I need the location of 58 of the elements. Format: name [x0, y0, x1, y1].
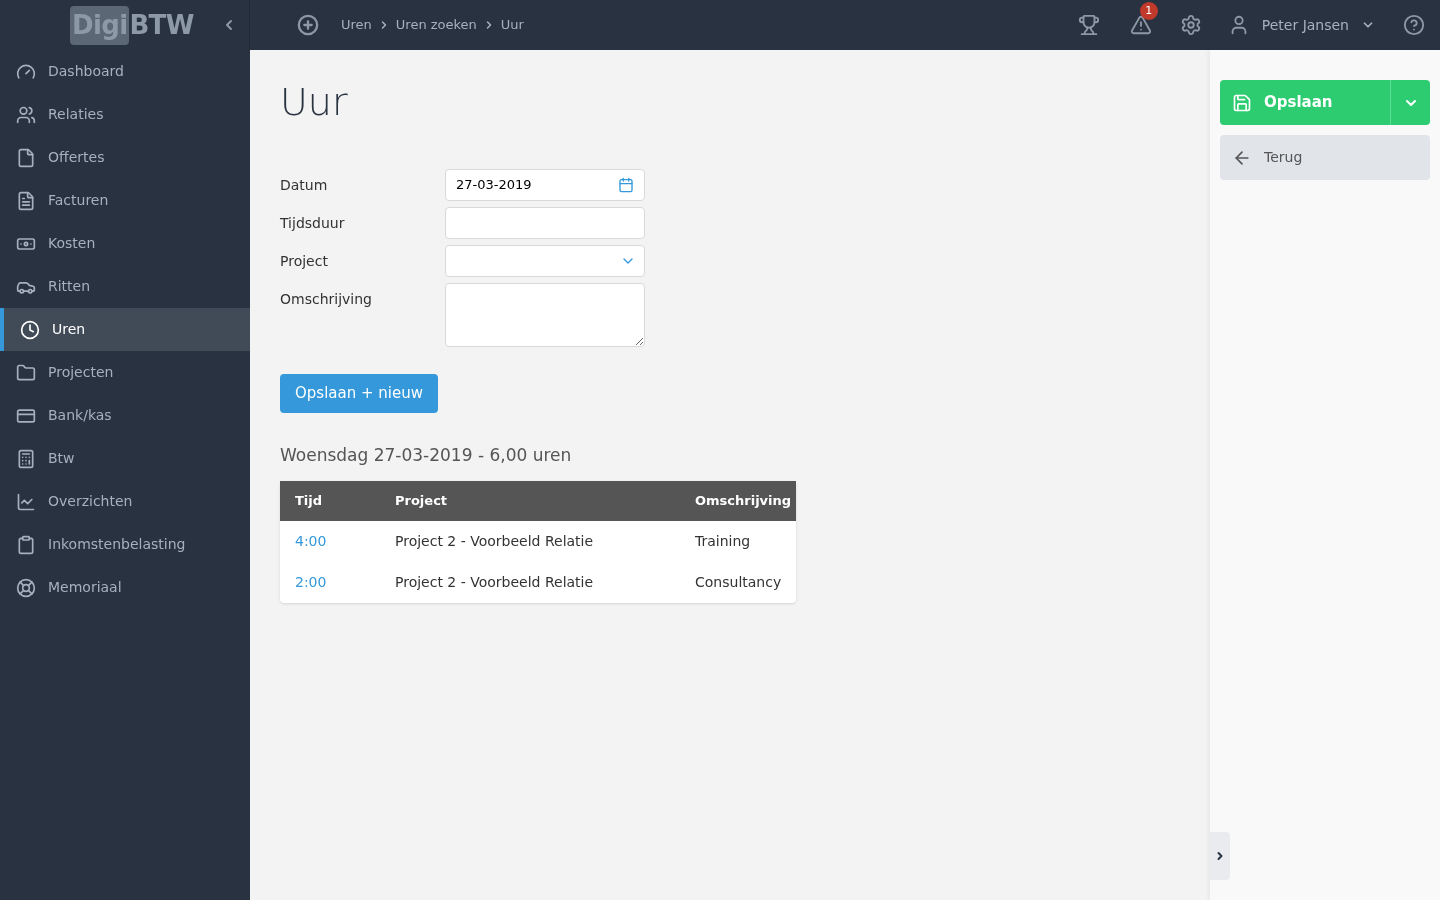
add-icon[interactable]: [297, 14, 319, 36]
document-icon: [16, 190, 36, 211]
field-label: Project: [280, 252, 329, 271]
breadcrumb-link[interactable]: Uur: [500, 15, 524, 35]
field-label: Omschrijving: [280, 290, 373, 309]
sidebar-item[interactable]: Dashboard: [0, 50, 250, 93]
calendar-icon[interactable]: [618, 177, 634, 193]
field-label: Tijdsduur: [280, 214, 346, 233]
alert-icon[interactable]: [1129, 14, 1152, 36]
sidebar-item[interactable]: Inkomstenbelasting: [0, 523, 250, 566]
users-icon: [16, 104, 36, 125]
column-header: Omschrijving: [680, 480, 796, 521]
time-link[interactable]: 4:00: [295, 532, 327, 549]
sidebar-item[interactable]: Bank/kas: [0, 394, 250, 437]
notification-badge: 1: [1139, 2, 1158, 20]
logo-text: BTW: [129, 8, 194, 42]
column-header: Project: [380, 480, 680, 521]
sidebar-item[interactable]: Kosten: [0, 222, 250, 265]
sidebar-item[interactable]: Ritten: [0, 265, 250, 308]
table-cell: Project 2 - Voorbeeld Relatie: [380, 561, 680, 603]
settings-icon[interactable]: [1179, 14, 1202, 36]
input-field[interactable]: [445, 207, 645, 239]
chart-icon: [16, 491, 36, 512]
table-cell: Consultancy: [680, 561, 796, 603]
textarea-field[interactable]: [445, 283, 645, 347]
lifebuoy-icon: [16, 577, 36, 598]
panel-toggle[interactable]: [1210, 832, 1230, 880]
field-label: Datum: [280, 176, 329, 195]
back-button[interactable]: Terug: [1220, 135, 1430, 180]
breadcrumb-link[interactable]: Uren: [341, 15, 372, 35]
sidebar-item[interactable]: Memoriaal: [0, 566, 250, 609]
calculator-icon: [16, 448, 36, 469]
breadcrumb-link[interactable]: Uren zoeken: [395, 15, 477, 35]
sidebar-item[interactable]: Btw: [0, 437, 250, 480]
column-header: Tijd: [280, 480, 380, 521]
page-title: Uur: [280, 79, 349, 126]
sidebar-item[interactable]: Offertes: [0, 136, 250, 179]
clock-icon: [20, 319, 40, 340]
day-summary: Woensdag 27-03-2019 - 6,00 uren: [280, 444, 573, 467]
clipboard-icon: [16, 534, 36, 555]
save-icon: [1232, 92, 1252, 113]
file-icon: [16, 147, 36, 168]
sidebar-item[interactable]: Facturen: [0, 179, 250, 222]
sidebar-item[interactable]: Overzichten: [0, 480, 250, 523]
folder-icon: [16, 362, 36, 383]
trophy-icon[interactable]: [1077, 14, 1100, 36]
table-cell: Project 2 - Voorbeeld Relatie: [380, 520, 680, 562]
sidebar-item[interactable]: Projecten: [0, 351, 250, 394]
select-field[interactable]: [445, 245, 645, 277]
date-field[interactable]: 27-03-2019: [445, 169, 645, 201]
sidebar-item[interactable]: Uren: [0, 308, 250, 351]
table-cell: Training: [680, 520, 796, 562]
time-link[interactable]: 2:00: [295, 573, 327, 590]
help-icon[interactable]: [1403, 14, 1425, 36]
date-value: 27-03-2019: [456, 176, 532, 195]
save-new-button[interactable]: Opslaan + nieuw: [280, 374, 438, 413]
user-menu[interactable]: Peter Jansen: [1227, 14, 1375, 36]
sidebar-item[interactable]: Relaties: [0, 93, 250, 136]
